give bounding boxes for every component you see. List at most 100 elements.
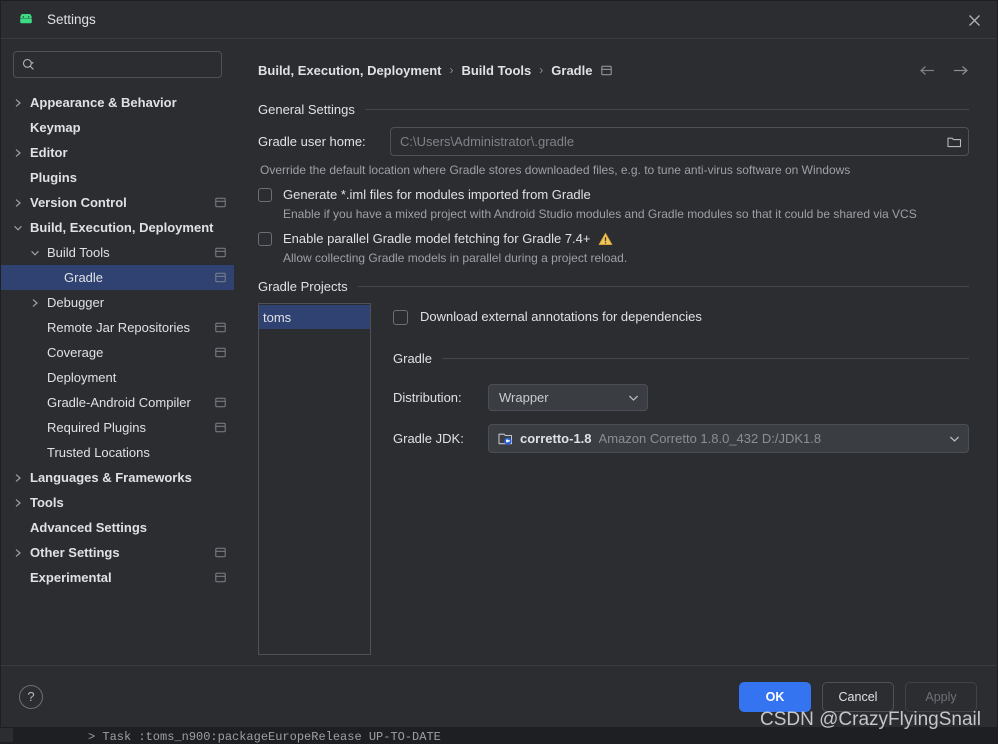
ok-button[interactable]: OK xyxy=(739,682,811,712)
sidebar-item-editor[interactable]: Editor xyxy=(1,140,234,165)
chevron-down-icon[interactable] xyxy=(11,224,25,232)
sidebar-item-label: Keymap xyxy=(30,120,81,135)
gradle-user-home-input[interactable]: C:\Users\Administrator\.gradle xyxy=(390,127,969,156)
sidebar-item-appearance-behavior[interactable]: Appearance & Behavior xyxy=(1,90,234,115)
sidebar-item-label: Plugins xyxy=(30,170,77,185)
settings-content-pane: Build, Execution, Deployment › Build Too… xyxy=(234,39,997,665)
sidebar-item-label: Coverage xyxy=(47,345,103,360)
breadcrumb-separator: › xyxy=(539,63,543,77)
project-scope-icon xyxy=(215,572,226,583)
navigation-arrows xyxy=(919,50,969,90)
sidebar-item-label: Build, Execution, Deployment xyxy=(30,220,213,235)
jdk-java-icon xyxy=(498,432,513,446)
project-scope-icon xyxy=(601,65,612,76)
help-icon[interactable]: ? xyxy=(19,685,43,709)
chevron-right-icon[interactable] xyxy=(11,473,25,483)
gradle-projects-area: toms Download external annotations for d… xyxy=(258,303,969,655)
dialog-titlebar: Settings xyxy=(1,1,997,39)
sidebar-item-gradle[interactable]: Gradle xyxy=(1,265,234,290)
sidebar-item-coverage[interactable]: Coverage xyxy=(1,340,234,365)
folder-icon[interactable] xyxy=(943,135,962,148)
sidebar-item-label: Debugger xyxy=(47,295,104,310)
distribution-value: Wrapper xyxy=(499,390,628,405)
help-label: ? xyxy=(27,689,34,704)
sidebar-item-debugger[interactable]: Debugger xyxy=(1,290,234,315)
breadcrumb-item-2[interactable]: Gradle xyxy=(551,63,592,78)
chevron-down-icon xyxy=(949,435,960,443)
project-scope-icon xyxy=(215,322,226,333)
gradle-jdk-dropdown[interactable]: corretto-1.8 Amazon Corretto 1.8.0_432 D… xyxy=(488,424,969,453)
chevron-right-icon[interactable] xyxy=(11,148,25,158)
chevron-right-icon[interactable] xyxy=(11,198,25,208)
android-robot-icon xyxy=(17,11,35,29)
sidebar-item-languages-frameworks[interactable]: Languages & Frameworks xyxy=(1,465,234,490)
parallel-fetching-checkbox-row[interactable]: Enable parallel Gradle model fetching fo… xyxy=(258,231,969,265)
sidebar-item-keymap[interactable]: Keymap xyxy=(1,115,234,140)
cancel-button[interactable]: Cancel xyxy=(822,682,894,712)
sidebar-item-remote-jar-repositories[interactable]: Remote Jar Repositories xyxy=(1,315,234,340)
gradle-jdk-row: Gradle JDK: c xyxy=(393,424,969,453)
sidebar-item-tools[interactable]: Tools xyxy=(1,490,234,515)
breadcrumb-item-0[interactable]: Build, Execution, Deployment xyxy=(258,63,441,78)
chevron-right-icon[interactable] xyxy=(11,98,25,108)
search-input[interactable] xyxy=(41,52,213,77)
chevron-right-icon[interactable] xyxy=(11,498,25,508)
parallel-fetching-checkbox[interactable] xyxy=(258,232,272,246)
chevron-down-icon[interactable] xyxy=(28,249,42,257)
sidebar-item-label: Build Tools xyxy=(47,245,110,260)
warning-triangle-icon xyxy=(598,232,613,246)
sidebar-item-deployment[interactable]: Deployment xyxy=(1,365,234,390)
gradle-projects-title: Gradle Projects xyxy=(258,279,348,294)
sidebar-item-plugins[interactable]: Plugins xyxy=(1,165,234,190)
project-scope-icon xyxy=(215,347,226,358)
sidebar-item-experimental[interactable]: Experimental xyxy=(1,565,234,590)
breadcrumb-item-1[interactable]: Build Tools xyxy=(461,63,531,78)
sidebar-item-build-execution-deployment[interactable]: Build, Execution, Deployment xyxy=(1,215,234,240)
divider xyxy=(442,358,969,359)
arrow-left-icon[interactable] xyxy=(919,64,936,77)
download-annotations-checkbox[interactable] xyxy=(393,310,408,325)
sidebar-item-label: Gradle xyxy=(64,270,103,285)
sidebar-item-required-plugins[interactable]: Required Plugins xyxy=(1,415,234,440)
dialog-body: Appearance & Behavior Keymap Editor Plugins… xyxy=(1,39,997,665)
generate-iml-label: Generate *.iml files for modules importe… xyxy=(283,187,591,202)
list-item[interactable]: toms xyxy=(259,305,370,329)
generate-iml-checkbox-row[interactable]: Generate *.iml files for modules importe… xyxy=(258,187,969,221)
generate-iml-checkbox[interactable] xyxy=(258,188,272,202)
divider xyxy=(365,109,969,110)
sidebar-item-build-tools[interactable]: Build Tools xyxy=(1,240,234,265)
gradle-user-home-value: C:\Users\Administrator\.gradle xyxy=(400,134,943,149)
search-box[interactable] xyxy=(13,51,222,78)
gradle-project-list[interactable]: toms xyxy=(258,303,371,655)
chevron-right-icon[interactable] xyxy=(28,298,42,308)
sidebar-item-gradle-android-compiler[interactable]: Gradle-Android Compiler xyxy=(1,390,234,415)
search-icon xyxy=(22,58,35,71)
gradle-projects-section-header: Gradle Projects xyxy=(258,279,969,294)
gradle-user-home-row: Gradle user home: C:\Users\Administrator… xyxy=(258,127,969,156)
download-annotations-row[interactable]: Download external annotations for depend… xyxy=(393,309,969,325)
settings-sidebar: Appearance & Behavior Keymap Editor Plugins… xyxy=(1,39,234,665)
sidebar-item-advanced-settings[interactable]: Advanced Settings xyxy=(1,515,234,540)
gradle-jdk-name: corretto-1.8 xyxy=(520,431,592,446)
download-annotations-label: Download external annotations for depend… xyxy=(420,309,702,324)
footer-buttons: OK Cancel Apply xyxy=(739,682,977,712)
arrow-right-icon[interactable] xyxy=(952,64,969,77)
distribution-dropdown[interactable]: Wrapper xyxy=(488,384,648,411)
project-scope-icon xyxy=(215,547,226,558)
chevron-right-icon[interactable] xyxy=(11,548,25,558)
sidebar-item-label: Trusted Locations xyxy=(47,445,150,460)
divider xyxy=(358,286,969,287)
settings-tree: Appearance & Behavior Keymap Editor Plugins… xyxy=(1,88,234,665)
sidebar-item-version-control[interactable]: Version Control xyxy=(1,190,234,215)
chevron-down-icon xyxy=(628,394,639,402)
general-settings-title: General Settings xyxy=(258,102,355,117)
settings-dialog: Settings Appearance & Behavio xyxy=(0,0,998,728)
close-icon[interactable] xyxy=(951,1,997,39)
sidebar-item-label: Experimental xyxy=(30,570,112,585)
sidebar-item-trusted-locations[interactable]: Trusted Locations xyxy=(1,440,234,465)
project-scope-icon xyxy=(215,272,226,283)
gradle-project-details: Download external annotations for depend… xyxy=(371,303,969,655)
project-scope-icon xyxy=(215,397,226,408)
sidebar-item-label: Required Plugins xyxy=(47,420,146,435)
sidebar-item-other-settings[interactable]: Other Settings xyxy=(1,540,234,565)
